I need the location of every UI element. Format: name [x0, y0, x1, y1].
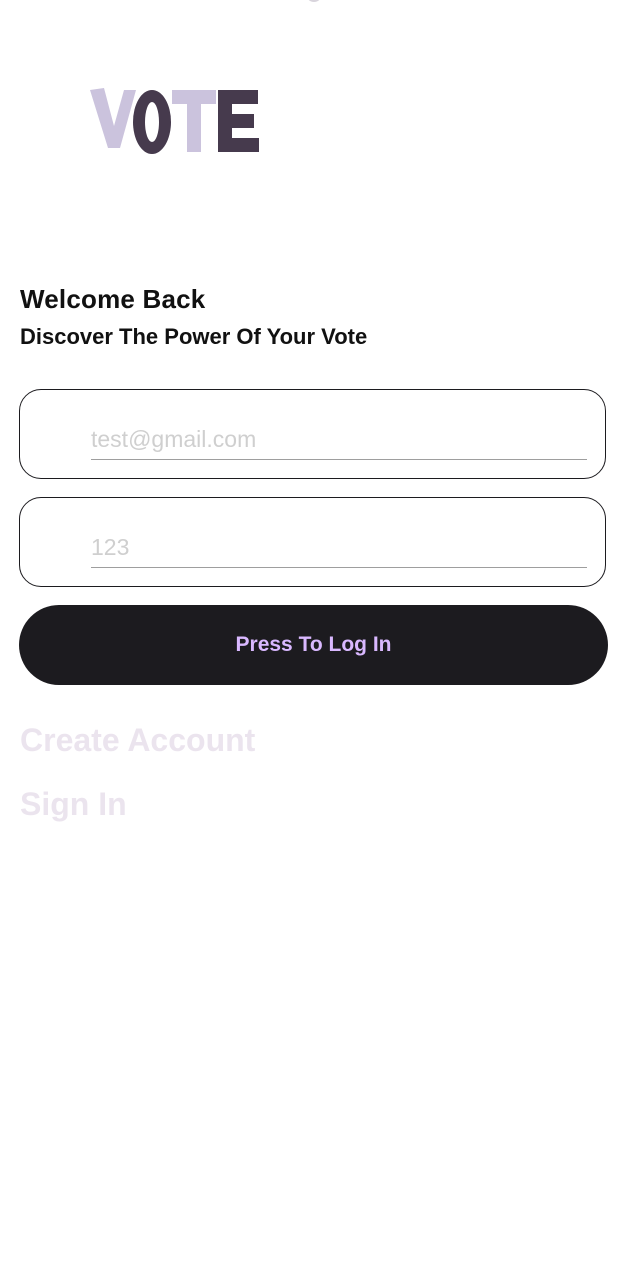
welcome-subtitle: Discover The Power Of Your Vote: [20, 324, 368, 349]
password-field-container: [19, 497, 606, 587]
password-field[interactable]: [91, 528, 587, 568]
vote-logo-image: [90, 88, 259, 154]
create-account-link[interactable]: Create Account: [20, 722, 255, 759]
login-button[interactable]: Press To Log In: [19, 605, 608, 685]
email-field[interactable]: [91, 420, 587, 460]
email-field-container: [19, 389, 606, 479]
logo-letter-e: [218, 90, 259, 152]
welcome-title: Welcome Back: [20, 284, 206, 314]
sign-in-link[interactable]: Sign In: [20, 786, 127, 823]
logo-letter-v: [90, 88, 136, 148]
vote-logo: [88, 82, 264, 160]
logo-letter-t: [172, 90, 216, 152]
status-indicator: [306, 0, 322, 2]
